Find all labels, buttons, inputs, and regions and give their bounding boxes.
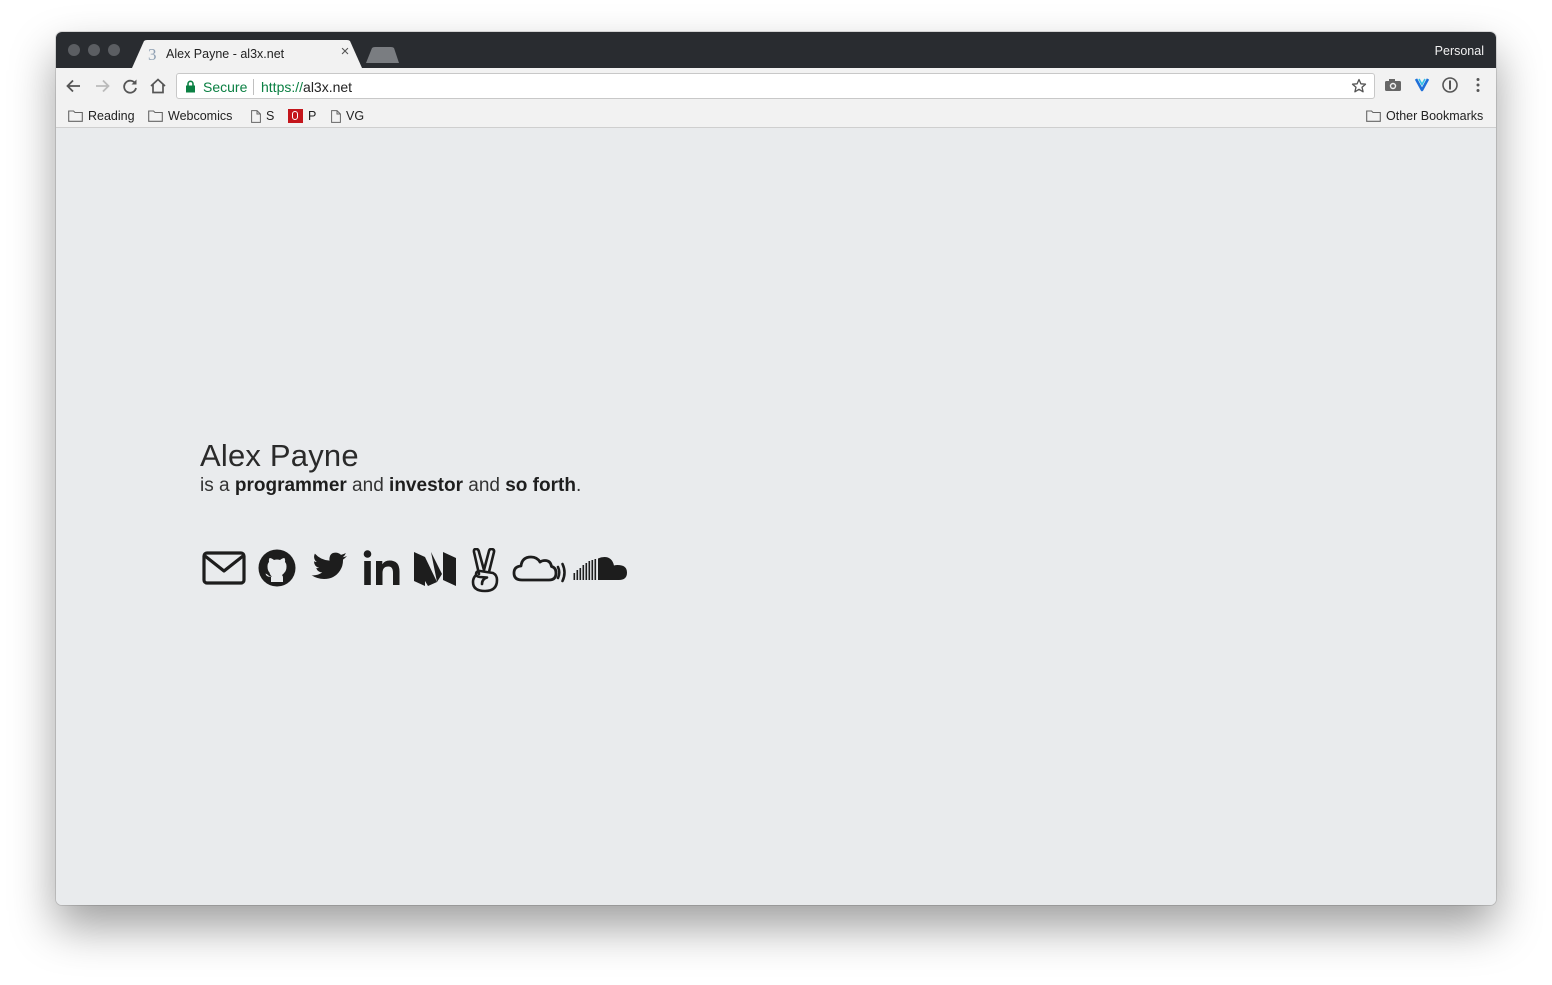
bookmark-label: Other Bookmarks [1386,109,1484,123]
tagline-role-so-forth: so forth [505,475,576,496]
tagline-and: and [462,475,506,496]
folder-icon [148,110,163,122]
tagline-and: and [346,475,390,496]
angellist-icon[interactable] [468,548,506,594]
linkedin-icon[interactable] [362,548,402,588]
tagline: is a programmer and investor and so fort… [200,475,581,497]
bookmark-label: VG [346,109,365,123]
camera-extension-icon[interactable] [1384,76,1402,94]
bookmark-s[interactable]: S [251,108,274,124]
bookmark-vg[interactable]: VG [331,108,364,124]
email-icon[interactable] [202,548,246,588]
tab-title: Alex Payne - al3x.net [166,47,285,61]
bookmark-label: Webcomics [168,109,233,123]
profile-button[interactable]: Personal [1435,44,1484,58]
bookmark-label: Reading [88,109,135,123]
site-favicon-icon: 3 [148,45,157,64]
browser-window: 3 Alex Payne - al3x.net × Personal Secur… [56,32,1496,905]
tab-close-icon[interactable]: × [338,44,352,59]
page-content: Alex Payne is a programmer and investor … [56,128,1496,905]
folder-icon [1366,110,1381,122]
toolbar: Secure https://al3x.net [56,68,1496,104]
omnibox-divider [253,79,254,95]
cloud-podcast-icon[interactable] [512,548,568,588]
password-manager-icon[interactable] [1441,76,1459,94]
tagline-suffix: . [575,475,582,496]
secure-label: Secure [203,79,248,95]
lock-icon [186,80,195,93]
bookmark-star-icon[interactable] [1351,78,1367,94]
bookmark-p[interactable]: P [288,108,316,124]
forward-icon[interactable] [91,75,113,97]
close-window-button[interactable] [68,44,80,56]
tagline-role-investor: investor [389,475,463,496]
bookmark-folder-other[interactable]: Other Bookmarks [1366,108,1483,124]
url-text[interactable]: https://al3x.net [261,79,352,95]
back-icon[interactable] [63,75,85,97]
page-icon [251,109,261,123]
tagline-role-programmer: programmer [234,475,347,496]
soundcloud-icon[interactable] [573,548,629,588]
folder-icon [68,110,83,122]
home-icon[interactable] [147,75,169,97]
url-scheme: https:// [261,79,304,95]
page-title: Alex Payne [200,438,359,473]
page-icon [331,109,341,123]
twitter-icon[interactable] [309,548,349,588]
tab-active[interactable]: 3 Alex Payne - al3x.net × [132,40,362,68]
minimize-window-button[interactable] [88,44,100,56]
tagline-prefix: is a [200,475,235,496]
github-icon[interactable] [257,548,297,588]
url-host: al3x.net [303,79,353,95]
bookmark-folder-webcomics[interactable]: Webcomics [148,108,232,124]
bookmark-label: P [308,109,317,123]
tab-strip: 3 Alex Payne - al3x.net × Personal [56,32,1496,68]
address-bar[interactable]: Secure https://al3x.net [176,73,1375,99]
bookmark-folder-reading[interactable]: Reading [68,108,135,124]
bookmark-label: S [266,109,275,123]
new-tab-button[interactable] [366,47,400,63]
bookmarks-bar: Reading Webcomics S P VG Other Bookmarks [56,104,1496,128]
zoom-window-button[interactable] [108,44,120,56]
menu-kebab-icon[interactable] [1469,76,1487,94]
reload-icon[interactable] [119,75,141,97]
pinboard-icon [288,109,303,123]
vpn-extension-icon[interactable] [1413,76,1431,94]
medium-icon[interactable] [413,548,457,588]
